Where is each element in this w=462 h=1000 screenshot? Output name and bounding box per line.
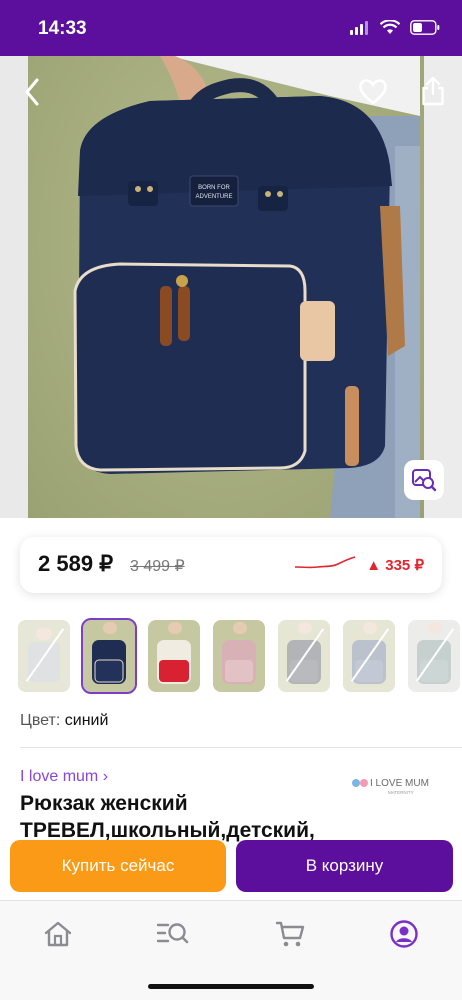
thumbnail-2[interactable] xyxy=(81,618,137,694)
heart-icon xyxy=(359,79,387,105)
product-photo: BORN FOR ADVENTURE xyxy=(73,56,420,518)
battery-icon xyxy=(410,20,440,35)
catalog-search-icon xyxy=(156,923,189,944)
status-time: 14:33 xyxy=(38,18,87,39)
thumbnail-7[interactable] xyxy=(408,620,460,692)
favorite-button[interactable] xyxy=(356,76,390,108)
cellular-signal-icon xyxy=(350,20,368,35)
share-button[interactable] xyxy=(418,74,448,108)
color-thumbnails xyxy=(18,618,460,694)
svg-text:ADVENTURE: ADVENTURE xyxy=(195,194,232,200)
buy-now-button[interactable]: Купить сейчас xyxy=(10,840,226,892)
visual-search-button[interactable] xyxy=(404,460,444,500)
tab-profile[interactable] xyxy=(384,917,424,951)
share-icon xyxy=(422,76,444,106)
product-image-gallery[interactable]: BORN FOR ADVENTURE xyxy=(0,56,462,518)
thumbnail-5[interactable] xyxy=(278,620,330,692)
thumbnail-3[interactable] xyxy=(148,620,200,692)
brand-logo-text: I LOVE MUM xyxy=(370,778,429,789)
chevron-left-icon xyxy=(25,78,39,106)
price-change: ▲ 335 ₽ xyxy=(366,557,424,574)
wifi-icon xyxy=(380,20,400,34)
tab-cart[interactable] xyxy=(270,917,310,951)
price-card: 2 589 ₽ 3 499 ₽ ▲ 335 ₽ xyxy=(20,537,442,593)
home-icon xyxy=(44,921,72,947)
color-value: синий xyxy=(64,712,109,729)
status-icons xyxy=(350,20,440,35)
tab-home[interactable] xyxy=(38,917,78,951)
image-search-icon xyxy=(412,469,437,492)
add-to-cart-button[interactable]: В корзину xyxy=(236,840,453,892)
brand-link[interactable]: I love mum › xyxy=(20,768,108,786)
profile-icon xyxy=(390,920,418,948)
price-trend-sparkline xyxy=(294,556,356,569)
thumbnail-6[interactable] xyxy=(343,620,395,692)
color-label: Цвет: xyxy=(20,712,61,729)
thumbnail-4[interactable] xyxy=(213,620,265,692)
selected-color: Цвет: синий xyxy=(20,712,108,730)
back-button[interactable] xyxy=(18,76,46,108)
purchase-actions: Купить сейчас В корзину xyxy=(0,838,462,898)
old-price: 3 499 ₽ xyxy=(130,558,185,575)
product-title: Рюкзак женский ТРЕВЕЛ,школьный,детский, xyxy=(20,792,315,842)
divider xyxy=(20,747,462,748)
current-price: 2 589 ₽ xyxy=(38,551,114,576)
thumbnail-1[interactable] xyxy=(18,620,70,692)
home-indicator xyxy=(148,984,314,989)
status-bar: 14:33 xyxy=(0,0,462,56)
svg-text:BORN FOR: BORN FOR xyxy=(198,185,230,191)
cart-icon xyxy=(275,921,305,947)
tab-catalog[interactable] xyxy=(153,917,193,951)
